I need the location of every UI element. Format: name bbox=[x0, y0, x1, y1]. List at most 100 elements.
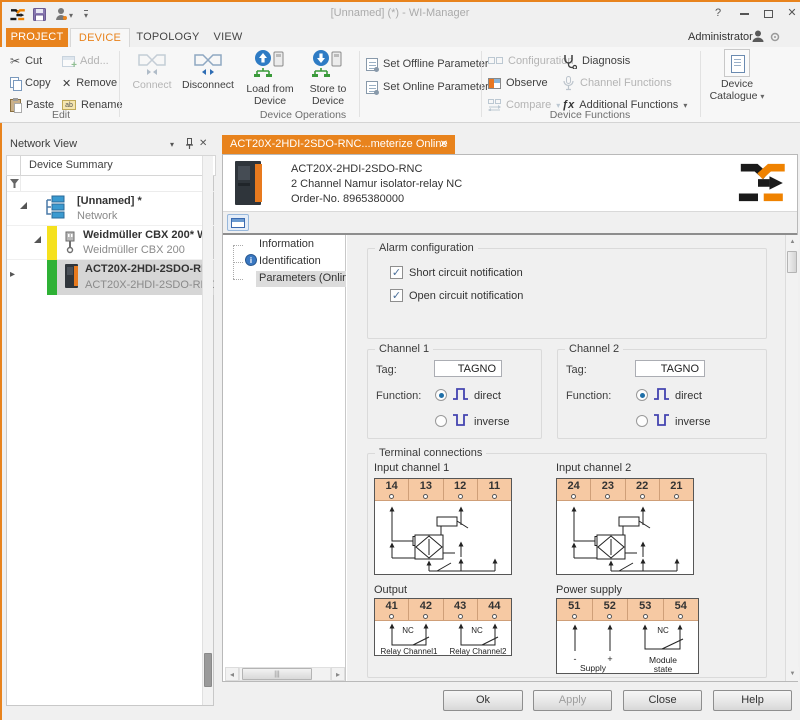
nav-item-information[interactable]: Information bbox=[259, 238, 314, 250]
content-vertical-scrollbar[interactable]: ▲ ▼ bbox=[785, 235, 798, 681]
user-settings-icon[interactable] bbox=[770, 32, 780, 42]
document-panel: ACT20X-2HDI-2SDO-RNC 2 Channel Namur iso… bbox=[222, 154, 798, 682]
expander-icon[interactable] bbox=[20, 202, 27, 209]
apply-button[interactable]: Apply bbox=[533, 690, 612, 711]
tab-project[interactable]: PROJECT bbox=[6, 28, 68, 47]
network-panel-scrollbar[interactable] bbox=[202, 156, 213, 705]
copy-button[interactable]: Copy bbox=[10, 74, 51, 92]
terminal-strip: 14 13 12 11 bbox=[375, 479, 511, 501]
input-channel1-circuit bbox=[375, 501, 511, 574]
close-button-footer[interactable]: Close bbox=[623, 690, 702, 711]
svg-text:Relay Channel1: Relay Channel1 bbox=[381, 647, 438, 655]
nav-item-identification[interactable]: Identification bbox=[259, 255, 321, 267]
svg-text:NC: NC bbox=[471, 626, 483, 635]
input-channel2-title: Input channel 2 bbox=[556, 462, 631, 474]
device-catalogue-button[interactable]: DeviceCatalogue ▾ bbox=[706, 49, 768, 109]
nav-horizontal-scrollbar[interactable]: ||| bbox=[239, 667, 331, 681]
device-summary-header[interactable]: Device Summary bbox=[20, 155, 216, 176]
tab-topology[interactable]: TOPOLOGY bbox=[134, 28, 202, 47]
observe-button[interactable]: Observe bbox=[488, 74, 548, 92]
channel-functions-button[interactable]: Channel Functions bbox=[562, 74, 672, 92]
terminal-strip: 51 52 53 54 bbox=[557, 599, 698, 621]
help-button[interactable]: ? bbox=[708, 6, 728, 22]
channel2-tag-input[interactable]: TAGNO bbox=[635, 360, 705, 377]
connect-button[interactable]: Connect bbox=[124, 49, 180, 109]
close-button[interactable]: ✕ bbox=[782, 6, 800, 22]
nav-scroll-left-button[interactable]: ◂ bbox=[225, 667, 239, 681]
weidmueller-logo bbox=[729, 161, 787, 203]
set-offline-parameter-button[interactable]: Set Offline Parameter bbox=[366, 55, 489, 73]
load-from-device-button[interactable]: Load fromDevice bbox=[242, 49, 298, 109]
help-button-footer[interactable]: Help bbox=[713, 690, 792, 711]
customize-quick-access-icon[interactable]: ▾ bbox=[84, 10, 88, 20]
nav-scroll-right-button[interactable]: ▸ bbox=[331, 667, 345, 681]
store-to-device-button[interactable]: Store toDevice bbox=[300, 49, 356, 109]
document-tab[interactable]: ACT20X-2HDI-2SDO-RNC...meterize Online ✕ bbox=[222, 135, 455, 154]
tree-row-network[interactable]: [Unnamed] * Network bbox=[7, 192, 214, 226]
channel2-inverse-label: inverse bbox=[675, 416, 710, 428]
alarm-configuration-title: Alarm configuration bbox=[375, 242, 478, 254]
scroll-down-button[interactable]: ▼ bbox=[786, 667, 799, 681]
tree-row-act20x[interactable]: ▸ ACT20X-2HDI-2SDO-RN ACT20X-2HDI-2SDO-R… bbox=[7, 260, 214, 295]
tree-row-title: ACT20X-2HDI-2SDO-RN bbox=[85, 263, 214, 275]
terminal-strip: 24 23 22 21 bbox=[557, 479, 693, 501]
row-pointer-icon: ▸ bbox=[10, 269, 15, 280]
diagnosis-button[interactable]: Diagnosis bbox=[562, 52, 630, 70]
channel1-direct-label: direct bbox=[474, 390, 501, 402]
weidmueller-logo-small-icon bbox=[8, 8, 26, 21]
configuration-button[interactable]: Configuration bbox=[488, 52, 573, 70]
login-user-icon[interactable] bbox=[55, 7, 67, 21]
scroll-up-button[interactable]: ▲ bbox=[786, 235, 799, 249]
channel2-title: Channel 2 bbox=[565, 343, 623, 355]
add-icon bbox=[62, 56, 75, 67]
network-view-title: Network View bbox=[10, 138, 77, 150]
row-header-cell bbox=[6, 155, 21, 176]
device-description: 2 Channel Namur isolator-relay NC bbox=[291, 178, 462, 190]
document-tab-close-icon[interactable]: ✕ bbox=[440, 135, 448, 154]
pin-icon[interactable] bbox=[185, 138, 194, 150]
minimize-button[interactable] bbox=[734, 6, 754, 22]
remove-button[interactable]: ✕Remove bbox=[62, 74, 117, 92]
channel-functions-icon bbox=[562, 76, 575, 91]
network-view-dropdown-icon[interactable]: ▾ bbox=[170, 140, 174, 149]
channel1-direct-radio[interactable] bbox=[435, 389, 447, 401]
network-view-close-icon[interactable]: ✕ bbox=[199, 138, 207, 149]
ribbon: ✂Cut Copy Paste Add... ✕Remove abRename … bbox=[0, 47, 800, 123]
cut-button[interactable]: ✂Cut bbox=[10, 52, 42, 70]
channel2-inverse-radio[interactable] bbox=[636, 415, 648, 427]
device-image bbox=[235, 161, 261, 205]
power-supply-title: Power supply bbox=[556, 584, 622, 596]
view-mode-button[interactable] bbox=[227, 214, 249, 231]
short-circuit-checkbox[interactable]: ✓ bbox=[390, 266, 403, 279]
open-circuit-checkbox[interactable]: ✓ bbox=[390, 289, 403, 302]
tree-row-cbx200[interactable]: Weidmüller CBX 200* W... Weidmüller CBX … bbox=[7, 226, 214, 260]
expander-icon[interactable] bbox=[34, 236, 41, 243]
login-dropdown-icon[interactable]: ▾ bbox=[69, 11, 73, 20]
user-icon[interactable] bbox=[752, 30, 764, 43]
add-button[interactable]: Add... bbox=[62, 52, 109, 70]
save-icon[interactable] bbox=[33, 8, 46, 21]
channel1-inverse-radio[interactable] bbox=[435, 415, 447, 427]
terminal-connections-title: Terminal connections bbox=[375, 447, 486, 459]
set-online-parameter-button[interactable]: Set Online Parameter bbox=[366, 78, 489, 96]
disconnect-button[interactable]: Disconnect bbox=[180, 49, 236, 109]
scrollbar-thumb[interactable] bbox=[787, 251, 797, 273]
filter-row[interactable] bbox=[7, 176, 214, 192]
tab-view[interactable]: VIEW bbox=[206, 28, 250, 47]
scrollbar-thumb[interactable]: ||| bbox=[242, 668, 312, 680]
channel2-group: Channel 2 Tag: TAGNO Function: direct in… bbox=[557, 349, 767, 439]
power-supply-circuit: - + Supply NC Module state bbox=[557, 621, 698, 673]
input-channel1-title: Input channel 1 bbox=[374, 462, 449, 474]
channel2-direct-radio[interactable] bbox=[636, 389, 648, 401]
inverse-waveform-icon bbox=[654, 413, 670, 427]
input-channel2-diagram: 24 23 22 21 bbox=[556, 478, 694, 575]
svg-text:+: + bbox=[607, 654, 612, 664]
nav-item-parameters[interactable]: Parameters (Online) bbox=[259, 272, 346, 284]
channel1-function-label: Function: bbox=[376, 390, 421, 402]
network-tree-panel: Device Summary [Unnamed] * Network bbox=[6, 155, 214, 706]
tab-device[interactable]: DEVICE bbox=[70, 28, 130, 47]
ok-button[interactable]: Ok bbox=[443, 690, 523, 711]
maximize-button[interactable] bbox=[758, 6, 778, 22]
scrollbar-thumb[interactable] bbox=[204, 653, 212, 687]
channel1-tag-input[interactable]: TAGNO bbox=[434, 360, 502, 377]
